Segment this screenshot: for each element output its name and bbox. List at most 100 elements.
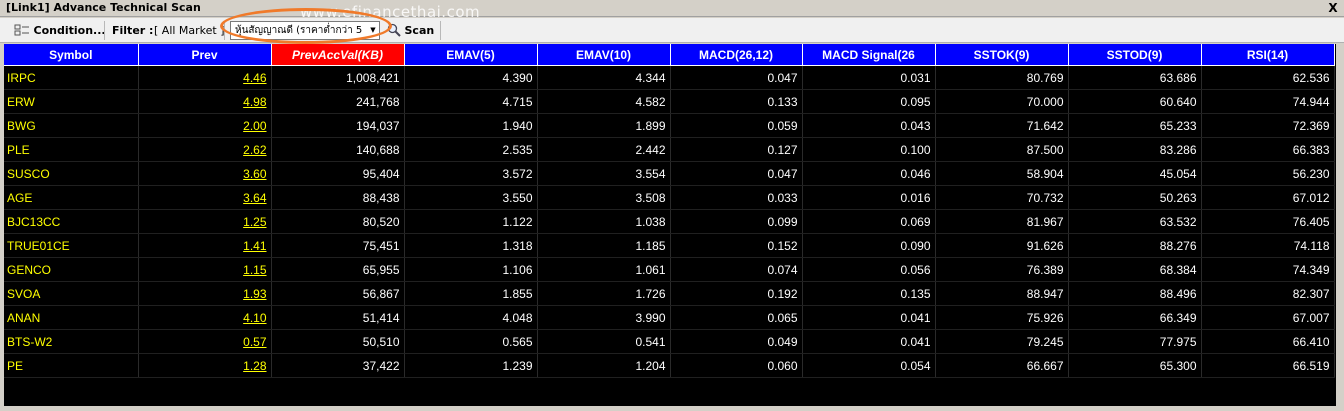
table-cell: 72.369 xyxy=(1201,113,1335,138)
table-cell: 50,510 xyxy=(271,329,405,354)
condition-button[interactable]: Condition... xyxy=(14,22,106,39)
prev-link[interactable]: 0.57 xyxy=(138,329,272,354)
table-row[interactable]: AGE 3.64 88,438 3.550 3.508 0.033 0.016 70.732 5… xyxy=(4,185,1335,210)
prev-link[interactable]: 1.15 xyxy=(138,257,272,282)
symbol-cell: BTS-W2 xyxy=(4,329,139,354)
table-cell: 3.554 xyxy=(537,161,671,186)
table-cell: 0.041 xyxy=(802,329,936,354)
table-cell: 0.135 xyxy=(802,281,936,306)
table-cell: 74.944 xyxy=(1201,89,1335,114)
table-cell: 58.904 xyxy=(935,161,1069,186)
table-cell: 4.582 xyxy=(537,89,671,114)
table-row[interactable]: BWG 2.00 194,037 1.940 1.899 0.059 0.043 71.642… xyxy=(4,113,1335,138)
symbol-cell: BWG xyxy=(4,113,139,138)
column-header[interactable]: PrevAccVal(KB) xyxy=(271,44,405,66)
prev-link[interactable]: 1.93 xyxy=(138,281,272,306)
prev-link[interactable]: 1.28 xyxy=(138,353,272,378)
prev-link[interactable]: 2.62 xyxy=(138,137,272,162)
table-cell: 0.074 xyxy=(670,257,803,282)
table-cell: 75,451 xyxy=(271,233,405,258)
symbol-cell: BJC13CC xyxy=(4,209,139,234)
table-cell: 65.233 xyxy=(1068,113,1202,138)
table-row[interactable]: SVOA 1.93 56,867 1.855 1.726 0.192 0.135 88.947… xyxy=(4,281,1335,306)
table-cell: 81.967 xyxy=(935,209,1069,234)
table-row[interactable]: BJC13CC 1.25 80,520 1.122 1.038 0.099 0.069 81.… xyxy=(4,209,1335,234)
table-cell: 77.975 xyxy=(1068,329,1202,354)
table-body: IRPC 4.46 1,008,421 4.390 4.344 0.047 0.031 80.… xyxy=(4,65,1335,378)
table-cell: 1.899 xyxy=(537,113,671,138)
column-header[interactable]: Prev xyxy=(138,44,272,66)
table-row[interactable]: PE 1.28 37,422 1.239 1.204 0.060 0.054 66.667 65… xyxy=(4,353,1335,378)
filter-value[interactable]: [ All Market ] xyxy=(154,22,225,39)
chevron-down-icon[interactable]: ▼ xyxy=(367,22,379,39)
scan-button[interactable]: Scan xyxy=(387,22,434,39)
scan-results-grid[interactable]: Symbol Prev PrevAccVal(KB) EMAV(5) EMAV(10) M… xyxy=(4,44,1336,406)
table-cell: 0.100 xyxy=(802,137,936,162)
condition-select-value: หุ้นสัญญาณดี (ราคาต่ำกว่า 5 xyxy=(235,25,363,36)
table-row[interactable]: SUSCO 3.60 95,404 3.572 3.554 0.047 0.046 58.90… xyxy=(4,161,1335,186)
table-cell: 4.344 xyxy=(537,65,671,90)
table-cell: 67.012 xyxy=(1201,185,1335,210)
column-header[interactable]: MACD(26,12) xyxy=(670,44,803,66)
prev-link[interactable]: 4.98 xyxy=(138,89,272,114)
column-header[interactable]: SSTOD(9) xyxy=(1068,44,1202,66)
table-row[interactable]: ERW 4.98 241,768 4.715 4.582 0.133 0.095 70.000… xyxy=(4,89,1335,114)
table-cell: 63.532 xyxy=(1068,209,1202,234)
prev-link[interactable]: 2.00 xyxy=(138,113,272,138)
table-cell: 83.286 xyxy=(1068,137,1202,162)
table-row[interactable]: ANAN 4.10 51,414 4.048 3.990 0.065 0.041 75.926… xyxy=(4,305,1335,330)
prev-link[interactable]: 1.41 xyxy=(138,233,272,258)
column-header[interactable]: EMAV(10) xyxy=(537,44,671,66)
table-cell: 66.519 xyxy=(1201,353,1335,378)
table-row[interactable]: BTS-W2 0.57 50,510 0.565 0.541 0.049 0.041 79.2… xyxy=(4,329,1335,354)
table-cell: 0.031 xyxy=(802,65,936,90)
table-cell: 0.069 xyxy=(802,209,936,234)
symbol-cell: SVOA xyxy=(4,281,139,306)
prev-link[interactable]: 4.46 xyxy=(138,65,272,90)
table-cell: 0.099 xyxy=(670,209,803,234)
table-cell: 1.038 xyxy=(537,209,671,234)
column-header[interactable]: RSI(14) xyxy=(1201,44,1335,66)
table-cell: 0.047 xyxy=(670,161,803,186)
table-cell: 66.667 xyxy=(935,353,1069,378)
symbol-cell: ANAN xyxy=(4,305,139,330)
table-cell: 0.049 xyxy=(670,329,803,354)
table-cell: 70.732 xyxy=(935,185,1069,210)
table-cell: 76.405 xyxy=(1201,209,1335,234)
table-cell: 74.118 xyxy=(1201,233,1335,258)
table-cell: 37,422 xyxy=(271,353,405,378)
table-cell: 56.230 xyxy=(1201,161,1335,186)
table-row[interactable]: TRUE01CE 1.41 75,451 1.318 1.185 0.152 0.090 91… xyxy=(4,233,1335,258)
window-title: [Link1] Advance Technical Scan xyxy=(6,1,201,14)
toolbar-divider xyxy=(224,21,225,40)
table-cell: 1.940 xyxy=(404,113,538,138)
magnifier-icon xyxy=(387,23,401,37)
table-cell: 1.204 xyxy=(537,353,671,378)
table-row[interactable]: PLE 2.62 140,688 2.535 2.442 0.127 0.100 87.500… xyxy=(4,137,1335,162)
table-cell: 74.349 xyxy=(1201,257,1335,282)
table-cell: 88.947 xyxy=(935,281,1069,306)
prev-link[interactable]: 4.10 xyxy=(138,305,272,330)
prev-link[interactable]: 3.64 xyxy=(138,185,272,210)
table-cell: 0.046 xyxy=(802,161,936,186)
table-cell: 0.043 xyxy=(802,113,936,138)
table-cell: 71.642 xyxy=(935,113,1069,138)
table-cell: 76.389 xyxy=(935,257,1069,282)
table-cell: 65,955 xyxy=(271,257,405,282)
table-cell: 1.726 xyxy=(537,281,671,306)
close-icon[interactable]: X xyxy=(1326,1,1340,15)
table-cell: 66.349 xyxy=(1068,305,1202,330)
table-cell: 66.383 xyxy=(1201,137,1335,162)
column-header[interactable]: EMAV(5) xyxy=(404,44,538,66)
prev-link[interactable]: 3.60 xyxy=(138,161,272,186)
symbol-cell: IRPC xyxy=(4,65,139,90)
condition-select[interactable]: หุ้นสัญญาณดี (ราคาต่ำกว่า 5 ▼ xyxy=(230,21,380,40)
table-row[interactable]: IRPC 4.46 1,008,421 4.390 4.344 0.047 0.031 80.… xyxy=(4,65,1335,90)
column-header[interactable]: SSTOK(9) xyxy=(935,44,1069,66)
table-cell: 63.686 xyxy=(1068,65,1202,90)
column-header[interactable]: Symbol xyxy=(4,44,139,66)
column-header[interactable]: MACD Signal(26 xyxy=(802,44,936,66)
table-cell: 88,438 xyxy=(271,185,405,210)
prev-link[interactable]: 1.25 xyxy=(138,209,272,234)
table-row[interactable]: GENCO 1.15 65,955 1.106 1.061 0.074 0.056 76.38… xyxy=(4,257,1335,282)
